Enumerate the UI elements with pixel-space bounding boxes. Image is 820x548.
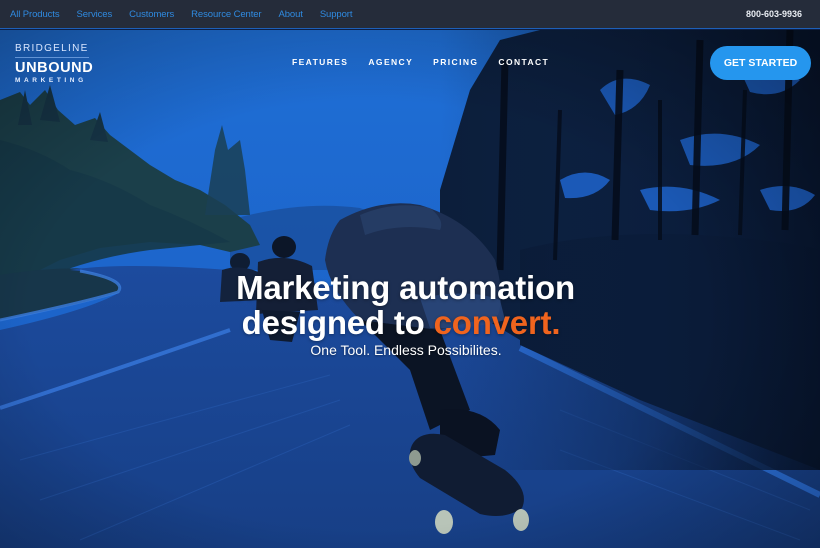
headline-accent-word: convert. (433, 304, 561, 341)
headline-line-2-prefix: designed to (241, 304, 434, 341)
main-nav: FEATURES AGENCY PRICING CONTACT (292, 57, 569, 67)
get-started-button[interactable]: GET STARTED (710, 46, 811, 80)
utility-link-support[interactable]: Support (320, 9, 353, 20)
nav-features[interactable]: FEATURES (292, 57, 348, 67)
logo-product-sub: MARKETING (15, 77, 87, 84)
utility-link-services[interactable]: Services (77, 9, 113, 20)
nav-contact[interactable]: CONTACT (498, 57, 549, 67)
hero-headline: Marketing automation designed to convert… (0, 270, 820, 340)
utility-nav: All Products Services Customers Resource… (10, 9, 369, 20)
nav-pricing[interactable]: PRICING (433, 57, 478, 67)
utility-link-about[interactable]: About (278, 9, 302, 20)
utility-link-all-products[interactable]: All Products (10, 9, 60, 20)
nav-agency[interactable]: AGENCY (368, 57, 413, 67)
logo-product-name: UNBOUND (15, 60, 94, 76)
phone-number[interactable]: 800-603-9936 (746, 9, 802, 19)
brand-logo[interactable]: BRIDGELINE UNBOUND MARKETING (15, 43, 95, 84)
hero-headline-block: Marketing automation designed to convert… (0, 270, 820, 358)
logo-parent-brand: BRIDGELINE (15, 43, 89, 58)
headline-line-1: Marketing automation (236, 269, 575, 306)
utility-bar: All Products Services Customers Resource… (0, 0, 820, 29)
hero-subheadline: One Tool. Endless Possibilites. (310, 342, 502, 358)
headline-line-2: designed to convert. (0, 305, 820, 340)
utility-link-customers[interactable]: Customers (129, 9, 174, 20)
utility-link-resource-center[interactable]: Resource Center (191, 9, 261, 20)
